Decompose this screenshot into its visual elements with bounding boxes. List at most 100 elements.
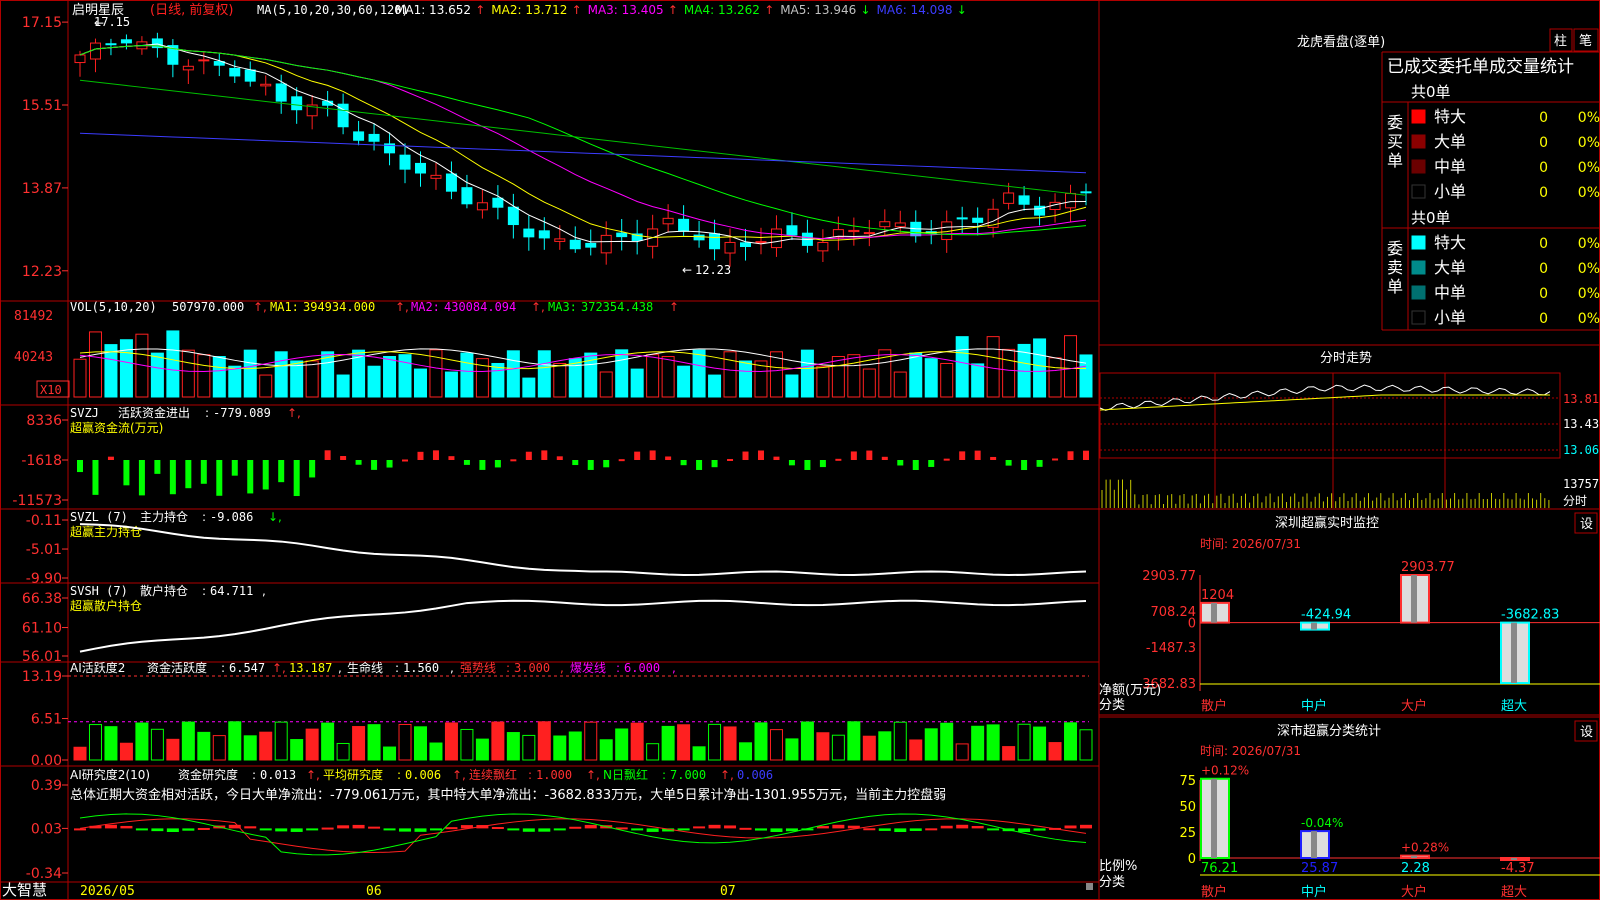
ai-active-bar <box>305 728 319 761</box>
svzj-bar <box>340 456 347 460</box>
ai-active-bar <box>73 746 87 761</box>
svzj-bar <box>1021 459 1028 471</box>
candle-body <box>523 228 535 238</box>
volume-bar <box>816 365 830 398</box>
ma-legend-MA2: MA2: 13.712 <box>491 3 567 17</box>
ai-active-bar <box>1002 746 1016 761</box>
buy-total: 共0单 <box>1411 83 1451 101</box>
svzl-axis: -0.11 -5.01 -9.90 <box>26 513 68 587</box>
svsh-title: SVSH (7) <box>70 584 128 598</box>
volume-bar <box>491 362 505 398</box>
ai-active-bar <box>599 739 613 761</box>
sell-row-pct: 0% <box>1578 311 1600 327</box>
svzl-tick: -0.11 <box>26 513 62 529</box>
svzj-bar <box>200 459 207 484</box>
vol-tick-1: 81492 <box>14 309 53 324</box>
red-label: 连续飘红 <box>469 767 517 782</box>
monitor-bar-shade <box>1511 622 1517 683</box>
research-bar <box>1018 828 1031 832</box>
sell-row-count: 0 <box>1539 236 1548 252</box>
research-bar <box>104 824 117 829</box>
research-bar <box>368 826 381 829</box>
ma-legend-dir: ↑ <box>572 3 582 17</box>
ai-active-bar <box>367 724 381 761</box>
monitor-tick: 0 <box>1188 617 1196 632</box>
candle-body <box>600 234 612 254</box>
adjust-mode[interactable]: (日线, 前复权) <box>150 2 233 18</box>
svzl-title: SVZL (7) <box>70 510 128 524</box>
ai-research-title: AI研究度2(10) <box>70 767 150 782</box>
sell-row-pct: 0% <box>1578 286 1600 302</box>
candle-body <box>476 202 488 211</box>
candle-body <box>414 162 426 174</box>
classify-tick: 50 <box>1179 800 1196 815</box>
volume-bar <box>398 354 412 398</box>
research-bar <box>306 828 319 831</box>
buy-row-count: 0 <box>1539 110 1548 126</box>
monitor-bar-shade <box>1211 602 1217 623</box>
research-bar <box>429 828 442 831</box>
ai-active-bar <box>584 721 598 761</box>
svzj-bar <box>742 451 749 460</box>
svzj-bar <box>897 459 904 466</box>
research-bar <box>491 827 504 830</box>
classify-bar-shade <box>1411 855 1417 858</box>
sell-row-pct: 0% <box>1578 261 1600 277</box>
research-bar <box>135 828 148 831</box>
volume-bar <box>444 371 458 398</box>
svsh-label: 散户持仓 <box>140 583 188 598</box>
vol-ma3-label: MA3: <box>548 300 577 314</box>
ai-research-axis: 0.39 0.03 -0.34 <box>26 778 68 882</box>
candle-body <box>538 230 550 239</box>
svzj-bar <box>309 459 316 478</box>
svzj-bar <box>525 451 532 460</box>
svzj-bar <box>231 459 238 476</box>
ai-active-bar <box>708 723 722 761</box>
svg-text::: : <box>202 584 206 598</box>
sell-row-count: 0 <box>1539 261 1548 277</box>
ai-active-bar <box>646 743 660 761</box>
research-bar <box>383 828 396 831</box>
classify-bar-shade <box>1311 831 1317 858</box>
monitor-bar-shade <box>1411 575 1417 623</box>
research-bar <box>956 824 969 829</box>
sell-row-label: 特大 <box>1434 233 1466 252</box>
svzj-bar <box>757 450 764 460</box>
buy-swatch <box>1411 184 1426 199</box>
svsh-axis: 66.38 61.10 56.01 <box>22 591 68 665</box>
volume-bar <box>661 356 675 398</box>
ma-legend-MA3: MA3: 13.405 <box>588 3 664 17</box>
research-bar <box>321 827 334 830</box>
lock-icon[interactable] <box>1086 883 1093 890</box>
strong-value: 3.000 <box>514 661 550 675</box>
buy-row-count: 0 <box>1539 160 1548 176</box>
research-bar <box>878 828 891 831</box>
volume-bar <box>630 368 644 398</box>
research-bar <box>74 828 86 831</box>
research-bar <box>1033 828 1046 831</box>
ai-active-bar <box>831 734 845 761</box>
volume-bar <box>739 360 753 398</box>
ai-active-bar <box>692 746 706 761</box>
research-tick: 0.03 <box>31 821 62 837</box>
research-bar <box>244 826 257 829</box>
svzj-bar <box>696 459 703 470</box>
svg-text:,: , <box>560 661 564 675</box>
classify-tick: 75 <box>1179 774 1196 789</box>
research-bar <box>151 828 164 832</box>
vol-value: 507970.000 <box>172 300 244 314</box>
ai-active-bar <box>986 724 1000 761</box>
svg-text:↑,: ↑, <box>272 661 286 675</box>
svzj-bar <box>881 456 888 460</box>
svg-text:,: , <box>338 661 342 675</box>
intraday-title[interactable]: 分时走势 <box>1320 350 1372 366</box>
burst-value: 6.000 <box>624 661 660 675</box>
ai-active-bar <box>1079 729 1093 761</box>
svzj-bar <box>355 459 362 465</box>
ai-active-label: 资金活跃度 <box>147 660 207 675</box>
svzj-bar <box>711 459 718 468</box>
svzj-bar <box>154 459 161 474</box>
candle-body <box>662 217 674 225</box>
ai-active-bar <box>274 721 288 761</box>
candle-body <box>461 187 473 205</box>
